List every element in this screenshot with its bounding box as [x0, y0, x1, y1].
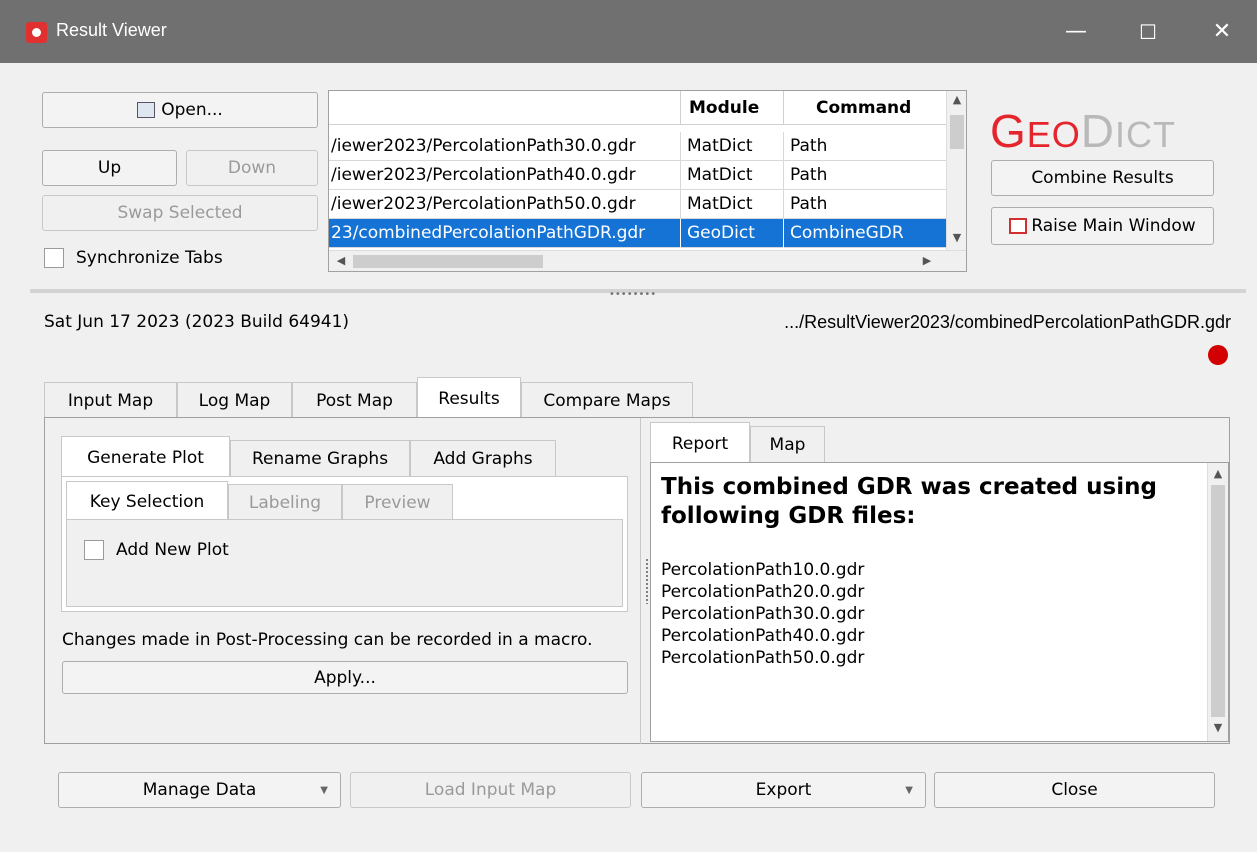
tab-key-selection[interactable]: Key Selection	[66, 481, 228, 521]
date-build-label: Sat Jun 17 2023 (2023 Build 64941)	[44, 312, 350, 332]
scroll-down-icon[interactable]: ▼	[947, 231, 966, 244]
manage-data-label: Manage Data	[142, 780, 257, 800]
manage-data-button[interactable]: Manage Data ▼	[58, 772, 341, 808]
scroll-thumb[interactable]	[353, 255, 543, 268]
status-indicator-icon	[1208, 345, 1228, 365]
combine-results-button[interactable]: Combine Results	[991, 160, 1214, 196]
table-header: Module Command	[329, 91, 947, 125]
tab-preview[interactable]: Preview	[342, 484, 453, 520]
synchronize-tabs-checkbox[interactable]	[44, 248, 64, 268]
results-table[interactable]: Module Command /iewer2023/PercolationPat…	[328, 90, 967, 272]
row-module: MatDict	[681, 190, 784, 219]
dropdown-arrow-icon: ▼	[905, 785, 913, 796]
row-module: GeoDict	[681, 219, 784, 248]
report-file-item: PercolationPath10.0.gdr	[661, 560, 865, 580]
table-row[interactable]: /iewer2023/PercolationPath50.0.gdr MatDi…	[329, 190, 947, 219]
vertical-grip-icon[interactable]	[645, 558, 649, 604]
scroll-right-icon[interactable]: ▶	[917, 254, 937, 267]
apply-button[interactable]: Apply...	[62, 661, 628, 694]
row-module: MatDict	[681, 161, 784, 190]
tab-post-map[interactable]: Post Map	[292, 382, 417, 418]
open-button-label: Open...	[161, 100, 223, 120]
report-scrollbar[interactable]: ▲ ▼	[1207, 463, 1228, 741]
tab-labeling[interactable]: Labeling	[228, 484, 342, 520]
row-command: Path	[784, 190, 947, 219]
add-new-plot-checkbox[interactable]	[84, 540, 104, 560]
tab-compare-maps[interactable]: Compare Maps	[521, 382, 693, 418]
dropdown-arrow-icon: ▼	[320, 785, 328, 796]
row-command: Path	[784, 161, 947, 190]
row-file: /iewer2023/PercolationPath50.0.gdr	[329, 190, 681, 219]
export-button[interactable]: Export ▼	[641, 772, 926, 808]
column-header-file[interactable]	[329, 91, 681, 125]
row-command: Path	[784, 132, 947, 161]
tab-add-graphs[interactable]: Add Graphs	[410, 440, 556, 476]
scroll-up-icon[interactable]: ▲	[947, 93, 966, 106]
close-button[interactable]: Close	[934, 772, 1215, 808]
raise-window-icon	[1009, 218, 1028, 234]
table-row[interactable]: /iewer2023/PercolationPath40.0.gdr MatDi…	[329, 161, 947, 190]
scroll-thumb[interactable]	[950, 115, 964, 149]
table-vertical-scrollbar[interactable]: ▲ ▼	[946, 91, 966, 251]
file-path-label: .../ResultViewer2023/combinedPercolation…	[784, 312, 1231, 332]
up-button[interactable]: Up	[42, 150, 177, 186]
scroll-left-icon[interactable]: ◀	[331, 254, 351, 267]
scroll-down-icon[interactable]: ▼	[1208, 721, 1228, 734]
row-module: MatDict	[681, 132, 784, 161]
load-input-map-button[interactable]: Load Input Map	[350, 772, 631, 808]
add-new-plot-label: Add New Plot	[116, 540, 229, 560]
key-selection-panel	[66, 519, 623, 607]
report-file-item: PercolationPath20.0.gdr	[661, 582, 865, 602]
report-file-list: PercolationPath10.0.gdr PercolationPath2…	[661, 559, 864, 669]
raise-main-window-label: Raise Main Window	[1031, 216, 1196, 236]
row-file: /iewer2023/PercolationPath30.0.gdr	[329, 132, 681, 161]
tab-log-map[interactable]: Log Map	[177, 382, 292, 418]
window-title: Result Viewer	[56, 20, 167, 40]
report-viewer[interactable]: This combined GDR was created using foll…	[650, 462, 1229, 742]
report-file-item: PercolationPath40.0.gdr	[661, 626, 865, 646]
tab-generate-plot[interactable]: Generate Plot	[61, 436, 230, 478]
column-header-command[interactable]: Command	[784, 91, 947, 125]
tab-results[interactable]: Results	[417, 377, 521, 419]
report-heading: This combined GDR was created using foll…	[661, 474, 1157, 529]
export-label: Export	[755, 780, 812, 800]
row-command: CombineGDR	[784, 219, 947, 248]
swap-selected-button[interactable]: Swap Selected	[42, 195, 318, 231]
minimize-button[interactable]: —	[1046, 15, 1106, 49]
table-row[interactable]: /iewer2023/PercolationPath30.0.gdr MatDi…	[329, 132, 947, 161]
open-button[interactable]: Open...	[42, 92, 318, 128]
row-file: 23/combinedPercolationPathGDR.gdr	[329, 219, 681, 248]
column-header-module[interactable]: Module	[681, 91, 784, 125]
tab-rename-graphs[interactable]: Rename Graphs	[230, 440, 410, 476]
tab-input-map[interactable]: Input Map	[44, 382, 177, 418]
macro-note: Changes made in Post-Processing can be r…	[62, 630, 593, 650]
maximize-button[interactable]: ☐	[1118, 15, 1178, 49]
scroll-thumb[interactable]	[1211, 485, 1225, 717]
table-horizontal-scrollbar[interactable]: ◀ ▶	[329, 250, 966, 271]
report-file-item: PercolationPath30.0.gdr	[661, 604, 865, 624]
synchronize-tabs-label: Synchronize Tabs	[76, 248, 223, 268]
geodict-logo: GEODICT	[990, 105, 1177, 157]
app-icon	[26, 22, 47, 43]
report-file-item: PercolationPath50.0.gdr	[661, 648, 865, 668]
row-file: /iewer2023/PercolationPath40.0.gdr	[329, 161, 681, 190]
tab-map[interactable]: Map	[750, 426, 825, 462]
table-row-selected[interactable]: 23/combinedPercolationPathGDR.gdr GeoDic…	[329, 219, 947, 248]
title-bar: Result Viewer — ☐ ✕	[0, 0, 1257, 63]
scroll-up-icon[interactable]: ▲	[1208, 467, 1228, 480]
tab-report[interactable]: Report	[650, 422, 750, 464]
splitter-grip-icon[interactable]: ••••••••	[609, 289, 656, 300]
raise-main-window-button[interactable]: Raise Main Window	[991, 207, 1214, 245]
close-window-button[interactable]: ✕	[1192, 15, 1252, 49]
down-button[interactable]: Down	[186, 150, 318, 186]
open-file-icon	[137, 102, 156, 118]
